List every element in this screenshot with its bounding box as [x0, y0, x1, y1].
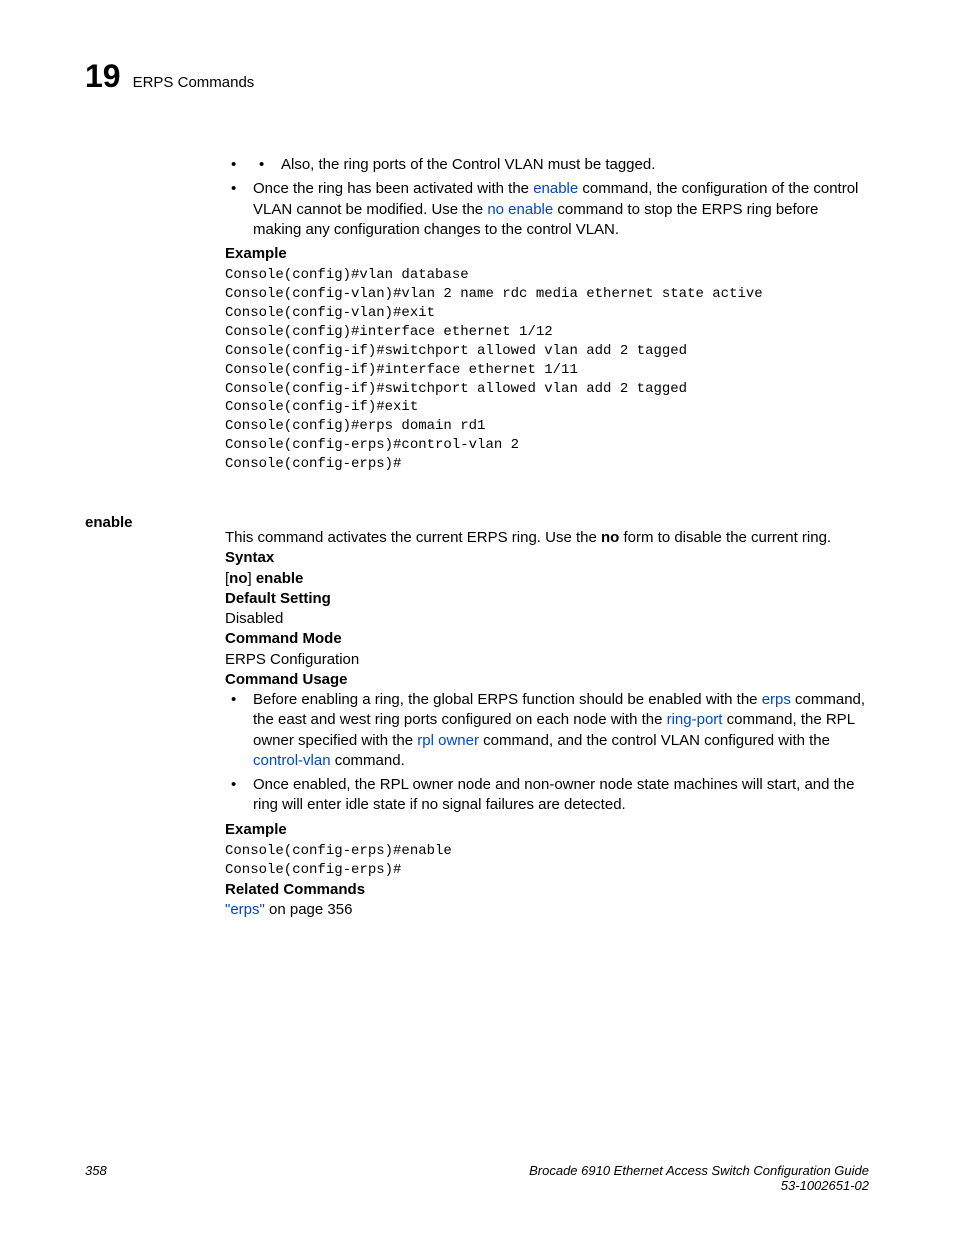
list-item: Once enabled, the RPL owner node and non…	[225, 775, 869, 816]
enable-description: This command activates the current ERPS …	[225, 528, 869, 548]
list-item: Before enabling a ring, the global ERPS …	[225, 690, 869, 771]
desc-pre: This command activates the current ERPS …	[225, 529, 601, 546]
list-item: Also, the ring ports of the Control VLAN…	[253, 155, 869, 175]
syntax-bracket-close: ]	[248, 570, 256, 587]
list-item: Once the ring has been activated with th…	[225, 179, 869, 240]
desc-bold-no: no	[601, 529, 619, 546]
link-enable[interactable]: enable	[533, 180, 578, 197]
running-header: 19 ERPS Commands	[85, 58, 869, 95]
footer-doc-title: Brocade 6910 Ethernet Access Switch Conf…	[529, 1163, 869, 1178]
usage-bullet-list: Before enabling a ring, the global ERPS …	[225, 690, 869, 816]
bullet-text: Also, the ring ports of the Control VLAN…	[281, 156, 655, 173]
top-bullet-list: li[data-name="nested-container"]::before…	[225, 155, 869, 240]
footer-doc-id: 53-1002651-02	[529, 1178, 869, 1193]
footer-page-number: 358	[85, 1163, 107, 1193]
link-erps[interactable]: erps	[762, 691, 791, 708]
related-commands-label: Related Commands	[225, 880, 869, 900]
example2-label: Example	[225, 820, 869, 840]
syntax-no: no	[229, 570, 247, 587]
nested-container: li[data-name="nested-container"]::before…	[225, 155, 869, 175]
body-content: li[data-name="nested-container"]::before…	[225, 155, 869, 510]
desc-post: form to disable the current ring.	[619, 529, 831, 546]
code-block-2: Console(config-erps)#enable Console(conf…	[225, 842, 869, 880]
page-footer: 358 Brocade 6910 Ethernet Access Switch …	[85, 1163, 869, 1193]
syntax-enable: enable	[256, 570, 304, 587]
link-control-vlan[interactable]: control-vlan	[253, 752, 331, 769]
syntax-line: [no] enable	[225, 569, 869, 589]
link-no-enable[interactable]: no enable	[487, 201, 553, 218]
footer-right: Brocade 6910 Ethernet Access Switch Conf…	[529, 1163, 869, 1193]
link-ring-port[interactable]: ring-port	[667, 711, 723, 728]
code-block: Console(config)#vlan database Console(co…	[225, 266, 869, 474]
command-usage-label: Command Usage	[225, 670, 869, 690]
related-commands-line: "erps" on page 356	[225, 900, 869, 920]
bullet-text-pre: Once the ring has been activated with th…	[253, 180, 533, 197]
command-mode-label: Command Mode	[225, 629, 869, 649]
default-setting-value: Disabled	[225, 609, 869, 629]
page: 19 ERPS Commands li[data-name="nested-co…	[0, 0, 954, 1235]
u1-pre: Before enabling a ring, the global ERPS …	[253, 691, 762, 708]
syntax-label: Syntax	[225, 548, 869, 568]
side-heading-enable: enable	[85, 514, 133, 531]
default-setting-label: Default Setting	[225, 589, 869, 609]
u1-m3: command, and the control VLAN configured…	[479, 732, 830, 749]
link-erps-page[interactable]: "erps"	[225, 901, 265, 918]
command-mode-value: ERPS Configuration	[225, 650, 869, 670]
chapter-number: 19	[85, 58, 121, 95]
link-rpl-owner[interactable]: rpl owner	[417, 732, 479, 749]
related-rest: on page 356	[265, 901, 353, 918]
u2-text: Once enabled, the RPL owner node and non…	[253, 776, 855, 813]
chapter-title: ERPS Commands	[133, 74, 255, 91]
u1-m4: command.	[331, 752, 405, 769]
example-label: Example	[225, 244, 869, 264]
enable-section: This command activates the current ERPS …	[225, 528, 869, 920]
